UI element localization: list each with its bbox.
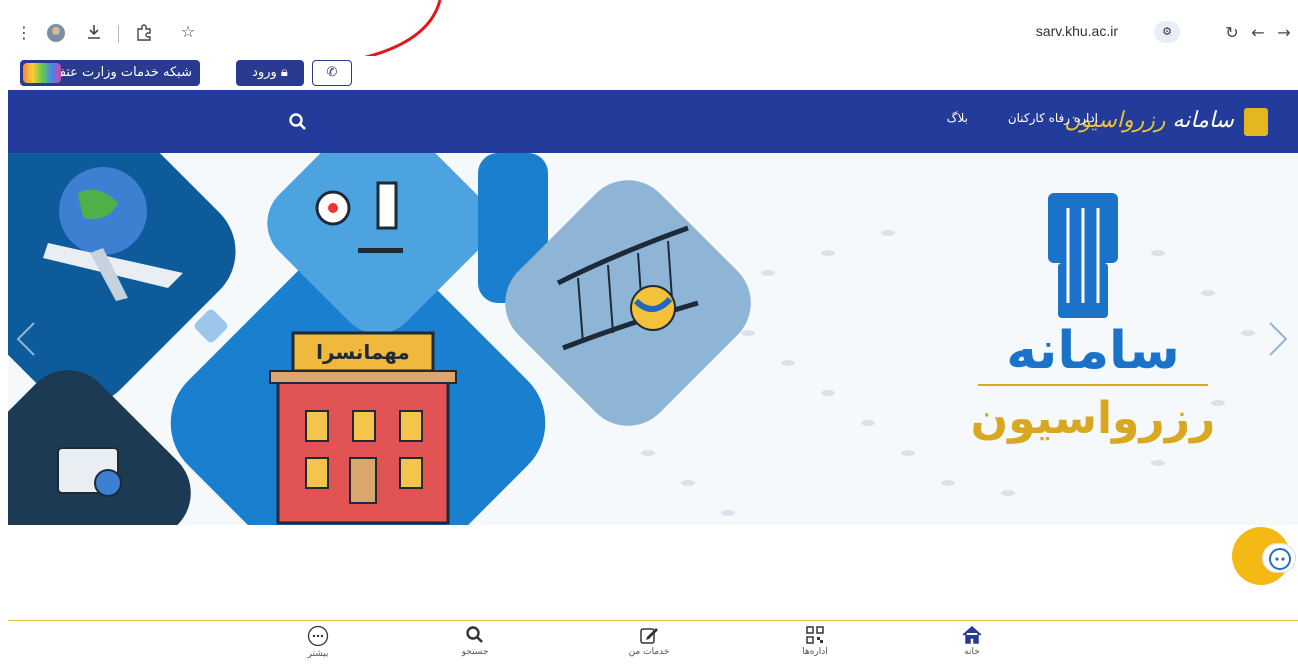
bottom-nav-more[interactable]: بیشتر bbox=[288, 625, 348, 659]
site-settings-icon[interactable]: ⚙ bbox=[1154, 21, 1180, 43]
bottom-nav-home-label: خانه bbox=[964, 647, 980, 657]
more-vert-icon[interactable]: ⋮ bbox=[14, 23, 34, 43]
login-label: ورود bbox=[252, 65, 277, 80]
download-icon[interactable] bbox=[84, 23, 104, 43]
search-icon[interactable] bbox=[288, 112, 308, 132]
avatar[interactable] bbox=[46, 23, 66, 43]
top-login-strip: شبکه خدمات وزارت عتف ورود 🔒︎ ✆ bbox=[0, 56, 1298, 90]
network-label: شبکه خدمات وزارت عتف bbox=[52, 65, 192, 80]
home-icon bbox=[962, 625, 982, 644]
extensions-icon[interactable] bbox=[134, 23, 154, 43]
phone-button[interactable]: ✆ bbox=[312, 60, 352, 86]
bottom-navigation: خانه اداره‌ها خدمات من جستجو بیشتر bbox=[8, 620, 1298, 668]
back-icon[interactable]: ← bbox=[1248, 23, 1268, 43]
ministry-network-button[interactable]: شبکه خدمات وزارت عتف bbox=[20, 60, 200, 86]
hero-banner: مهمانسرا سامانه رزرواسیون bbox=[8, 153, 1298, 525]
edit-icon bbox=[640, 628, 658, 644]
bottom-nav-offices-label: اداره‌ها bbox=[802, 647, 828, 657]
hero-title-line2: رزرواسیون bbox=[971, 393, 1216, 444]
carousel-prev-icon[interactable] bbox=[12, 319, 40, 359]
bottom-nav-more-label: بیشتر bbox=[307, 649, 329, 659]
more-icon bbox=[307, 625, 329, 647]
toolbar-divider bbox=[118, 25, 119, 43]
bottom-nav-search[interactable]: جستجو bbox=[445, 625, 505, 657]
star-icon[interactable]: ☆ bbox=[178, 22, 198, 42]
url-text[interactable]: sarv.khu.ac.ir bbox=[1036, 23, 1118, 39]
nav-blog[interactable]: بلاگ bbox=[947, 111, 968, 125]
site-logo[interactable]: سامانه رزرواسیون bbox=[1064, 106, 1268, 138]
hero-illustration: مهمانسرا سامانه رزرواسیون bbox=[8, 153, 1255, 525]
bottom-nav-my-services-label: خدمات من bbox=[628, 647, 670, 657]
bottom-nav-offices[interactable]: اداره‌ها bbox=[785, 625, 845, 657]
lock-icon: 🔒︎ bbox=[280, 65, 288, 80]
site-header: سامانه رزرواسیون اداره رفاه کارکنان بلاگ bbox=[8, 90, 1298, 153]
phone-icon: ✆ bbox=[326, 65, 338, 80]
bottom-nav-home[interactable]: خانه bbox=[942, 625, 1002, 657]
login-button[interactable]: ورود 🔒︎ bbox=[236, 60, 304, 86]
bottom-nav-search-label: جستجو bbox=[461, 647, 489, 657]
nav-welfare-office[interactable]: اداره رفاه کارکنان bbox=[1008, 111, 1098, 125]
guesthouse-sign: مهمانسرا bbox=[316, 340, 410, 364]
chat-bot-icon[interactable] bbox=[1262, 543, 1296, 573]
carousel-next-icon[interactable] bbox=[1264, 319, 1292, 359]
forward-icon[interactable]: → bbox=[1274, 23, 1294, 43]
reload-icon[interactable]: ↻ bbox=[1222, 23, 1242, 43]
hero-title-line1: سامانه bbox=[1006, 321, 1179, 381]
search-icon bbox=[466, 626, 483, 643]
logo-text-a: سامانه bbox=[1172, 108, 1234, 133]
network-logo bbox=[23, 63, 61, 83]
qr-icon bbox=[806, 626, 824, 644]
bottom-nav-my-services[interactable]: خدمات من bbox=[619, 625, 679, 657]
university-logo-icon bbox=[1244, 108, 1268, 136]
browser-toolbar: ⋮ ☆ sarv.khu.ac.ir ⚙ ↻ ← → bbox=[0, 0, 1298, 74]
